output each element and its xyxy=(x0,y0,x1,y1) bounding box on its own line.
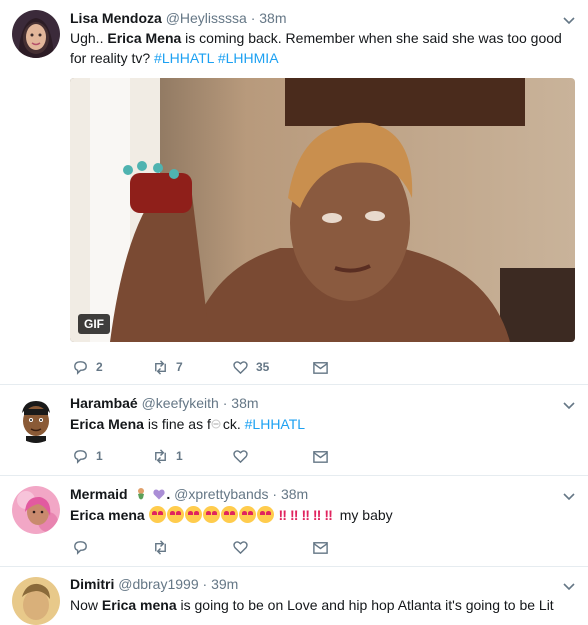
envelope-icon xyxy=(313,361,328,374)
tweet-dimitri[interactable]: Dimitri @dbray1999 · 39m Now Erica mena … xyxy=(0,567,588,625)
retweet-icon xyxy=(155,448,166,464)
heart-eyes-emoji-icon xyxy=(148,506,166,523)
highlight-term: Erica Mena xyxy=(70,416,144,432)
exclamation-emoji-icon: ‼ xyxy=(324,507,333,523)
highlight-term: Erica mena xyxy=(101,597,177,613)
tweet-header: Mermaid . @xprettybands · 38m xyxy=(70,486,308,502)
hashtag-link[interactable]: #LHHATL xyxy=(245,416,305,432)
hashtag-link[interactable]: #LHHATL xyxy=(154,50,214,66)
chevron-down-icon[interactable] xyxy=(562,580,576,594)
reply-button[interactable]: 1 xyxy=(72,446,103,466)
envelope-icon xyxy=(313,541,328,554)
tweet-text: Erica mena ‼ ‼ ‼ ‼ ‼ my baby xyxy=(70,506,393,523)
tweet-text: Erica Mena is fine as f ck. #LHHATL xyxy=(70,416,306,432)
retweet-icon xyxy=(155,359,166,375)
retweet-button[interactable]: 7 xyxy=(152,357,183,377)
star-struck-emoji-icon xyxy=(220,506,238,523)
hashtag-link[interactable]: #LHHMIA xyxy=(218,50,279,66)
chevron-down-icon[interactable] xyxy=(562,399,576,413)
like-button[interactable] xyxy=(232,446,256,466)
retweet-count: 7 xyxy=(176,360,183,374)
heart-eyes-emoji-icon xyxy=(166,506,184,523)
display-name-suffix: . xyxy=(166,486,171,502)
timestamp[interactable]: · 38m xyxy=(272,486,308,502)
purple-heart-icon xyxy=(152,487,166,501)
display-name[interactable]: Lisa Mendoza xyxy=(70,10,162,26)
no-entry-icon xyxy=(211,416,223,430)
dm-button[interactable] xyxy=(312,446,329,466)
reply-button[interactable]: 2 xyxy=(72,357,103,377)
heart-icon xyxy=(233,360,248,374)
reply-icon xyxy=(74,540,87,555)
handle[interactable]: @Heylissssa xyxy=(166,10,247,26)
highlight-term: Erica Mena xyxy=(107,30,182,46)
exclamation-emoji-icon: ‼ xyxy=(278,507,287,523)
tweet-header: Harambaé @keefykeith · 38m xyxy=(70,395,259,411)
tweet-text: Now Erica mena is going to be on Love an… xyxy=(70,597,554,613)
tweet-harambae[interactable]: Harambaé @keefykeith · 38m Erica Mena is… xyxy=(0,385,588,476)
retweet-count: 1 xyxy=(176,449,183,463)
chevron-down-icon[interactable] xyxy=(562,14,576,28)
gif-badge: GIF xyxy=(78,314,110,334)
star-struck-emoji-icon xyxy=(238,506,256,523)
star-struck-emoji-icon xyxy=(256,506,274,523)
envelope-icon xyxy=(313,450,328,463)
mermaid-emoji-icon xyxy=(134,487,148,501)
tweet-text: Ugh.. Erica Mena is coming back. Remembe… xyxy=(70,30,562,66)
handle[interactable]: @keefykeith xyxy=(142,395,219,411)
timestamp[interactable]: · 38m xyxy=(251,10,287,26)
exclamation-emoji-icon: ‼ xyxy=(312,507,322,523)
dm-button[interactable] xyxy=(312,537,329,557)
reply-icon xyxy=(74,449,87,464)
retweet-button[interactable]: 1 xyxy=(152,446,183,466)
reply-count: 1 xyxy=(96,449,103,463)
display-name[interactable]: Harambaé xyxy=(70,395,138,411)
tweet-header: Dimitri @dbray1999 · 39m xyxy=(70,576,238,592)
display-name[interactable]: Mermaid xyxy=(70,486,128,502)
retweet-button[interactable] xyxy=(152,537,169,557)
reply-button[interactable] xyxy=(72,537,89,557)
exclamation-emoji-icon: ‼ xyxy=(289,507,299,523)
gif-image xyxy=(70,78,575,342)
gif-media[interactable]: GIF xyxy=(70,78,575,342)
handle[interactable]: @dbray1999 xyxy=(118,576,198,592)
avatar[interactable] xyxy=(12,10,60,58)
dm-button[interactable] xyxy=(312,357,329,377)
like-button[interactable] xyxy=(232,537,249,557)
avatar[interactable] xyxy=(12,486,60,534)
chevron-down-icon[interactable] xyxy=(562,490,576,504)
heart-eyes-emoji-icon xyxy=(184,506,202,523)
tweet-lisa-mendoza[interactable]: Lisa Mendoza @Heylissssa · 38m Ugh.. Eri… xyxy=(0,0,588,385)
display-name[interactable]: Dimitri xyxy=(70,576,114,592)
like-button[interactable]: 35 xyxy=(232,357,269,377)
star-struck-emoji-icon xyxy=(202,506,220,523)
heart-icon xyxy=(233,449,248,463)
highlight-term: Erica mena xyxy=(70,507,145,523)
tweet-mermaid[interactable]: Mermaid . @xprettybands · 38m Erica mena… xyxy=(0,476,588,567)
heart-icon xyxy=(233,540,248,554)
reply-count: 2 xyxy=(96,360,103,374)
like-count: 35 xyxy=(256,360,270,374)
tweet-header: Lisa Mendoza @Heylissssa · 38m xyxy=(70,10,287,26)
exclamation-emoji-icon: ‼ xyxy=(301,507,310,523)
timestamp[interactable]: · 38m xyxy=(223,395,259,411)
avatar[interactable] xyxy=(12,395,60,443)
handle[interactable]: @xprettybands xyxy=(174,486,268,502)
retweet-icon xyxy=(155,539,166,555)
reply-icon xyxy=(74,360,87,375)
timestamp[interactable]: · 39m xyxy=(203,576,239,592)
avatar[interactable] xyxy=(12,577,60,625)
